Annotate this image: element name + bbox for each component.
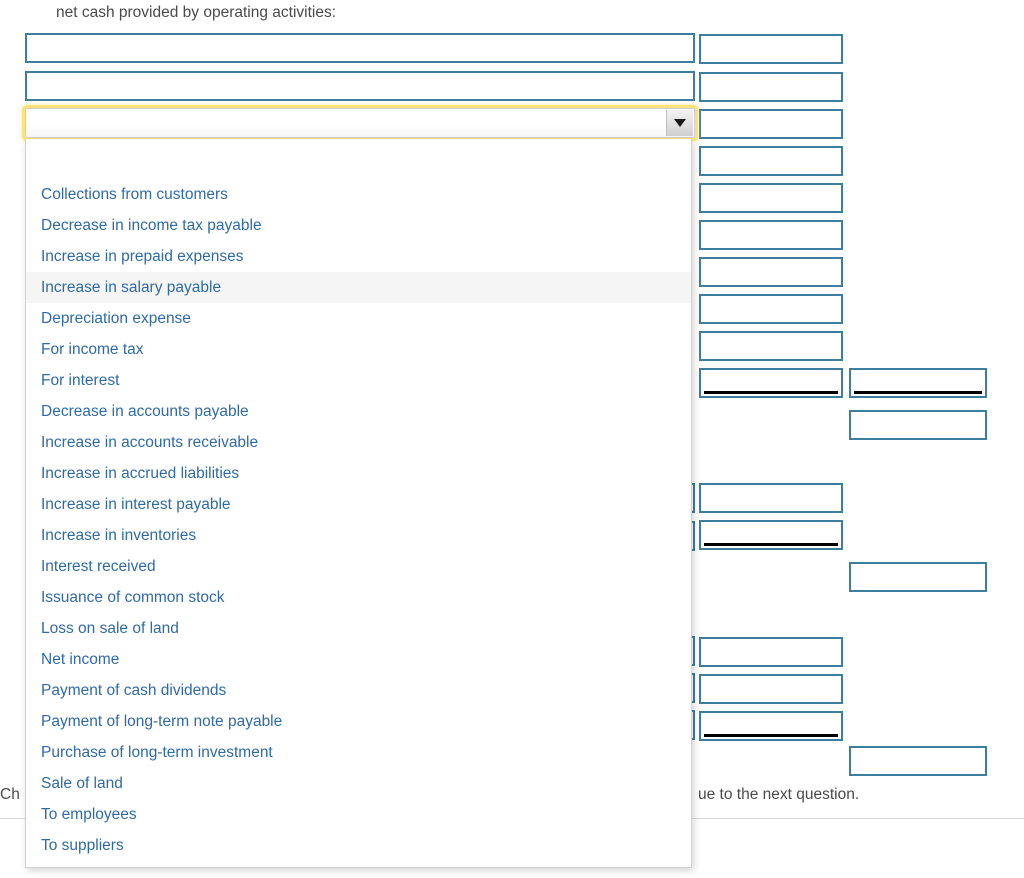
dropdown-option[interactable]: Payment of long-term note payable	[26, 706, 691, 737]
amount-input-col1[interactable]	[699, 183, 843, 213]
dropdown-option[interactable]: Collections from customers	[26, 179, 691, 210]
dropdown-option[interactable]: Increase in inventories	[26, 520, 691, 551]
dropdown-option[interactable]: Interest received	[26, 551, 691, 582]
dropdown-option-list[interactable]: Collections from customers Decrease in in…	[26, 179, 691, 861]
dropdown-option[interactable]: Issuance of common stock	[26, 582, 691, 613]
amount-input-col1[interactable]	[699, 674, 843, 704]
amount-input-col1[interactable]	[699, 72, 843, 102]
dropdown-option[interactable]: To suppliers	[26, 830, 691, 861]
amount-input-col1[interactable]	[699, 520, 843, 550]
account-select-dropdown[interactable]: Collections from customers Decrease in in…	[25, 139, 692, 868]
dropdown-option[interactable]: Increase in salary payable	[26, 272, 691, 303]
dropdown-option[interactable]: For interest	[26, 365, 691, 396]
amount-input-col1[interactable]	[699, 220, 843, 250]
dropdown-option[interactable]: Depreciation expense	[26, 303, 691, 334]
dropdown-option[interactable]: Net income	[26, 644, 691, 675]
dropdown-option[interactable]: Purchase of long-term investment	[26, 737, 691, 768]
amount-input-col2[interactable]	[849, 410, 987, 440]
footer-instruction-right: ue to the next question.	[698, 786, 860, 803]
description-input[interactable]	[25, 71, 695, 101]
amount-input-col1[interactable]	[699, 711, 843, 741]
amount-input-col1[interactable]	[699, 637, 843, 667]
dropdown-option[interactable]: Loss on sale of land	[26, 613, 691, 644]
amount-input-col1[interactable]	[699, 294, 843, 324]
dropdown-option[interactable]: Decrease in accounts payable	[26, 396, 691, 427]
amount-input-col1[interactable]	[699, 109, 843, 139]
amount-input-col2[interactable]	[849, 562, 987, 592]
amount-input-col2[interactable]	[849, 746, 987, 776]
dropdown-option[interactable]: For income tax	[26, 334, 691, 365]
dropdown-option[interactable]: Decrease in income tax payable	[26, 210, 691, 241]
dropdown-option[interactable]: Increase in prepaid expenses	[26, 241, 691, 272]
account-select-box[interactable]	[25, 108, 695, 138]
dropdown-option[interactable]: To employees	[26, 799, 691, 830]
account-select[interactable]	[25, 108, 695, 138]
amount-input-col1[interactable]	[699, 483, 843, 513]
chevron-down-icon[interactable]	[666, 110, 693, 136]
footer-instruction-left: Ch	[0, 786, 20, 803]
amount-input-col1[interactable]	[699, 257, 843, 287]
amount-input-col1[interactable]	[699, 331, 843, 361]
amount-input-col1[interactable]	[699, 368, 843, 398]
amount-input-col1[interactable]	[699, 146, 843, 176]
dropdown-option[interactable]: Increase in interest payable	[26, 489, 691, 520]
dropdown-option[interactable]: Sale of land	[26, 768, 691, 799]
description-input[interactable]	[25, 33, 695, 63]
cash-flow-worksheet: net cash provided by operating activitie…	[0, 0, 1024, 878]
amount-input-col2[interactable]	[849, 368, 987, 398]
dropdown-option[interactable]: Payment of cash dividends	[26, 675, 691, 706]
dropdown-option[interactable]: Increase in accrued liabilities	[26, 458, 691, 489]
dropdown-option[interactable]: Increase in accounts receivable	[26, 427, 691, 458]
section-caption: net cash provided by operating activitie…	[56, 4, 337, 21]
amount-input-col1[interactable]	[699, 34, 843, 64]
